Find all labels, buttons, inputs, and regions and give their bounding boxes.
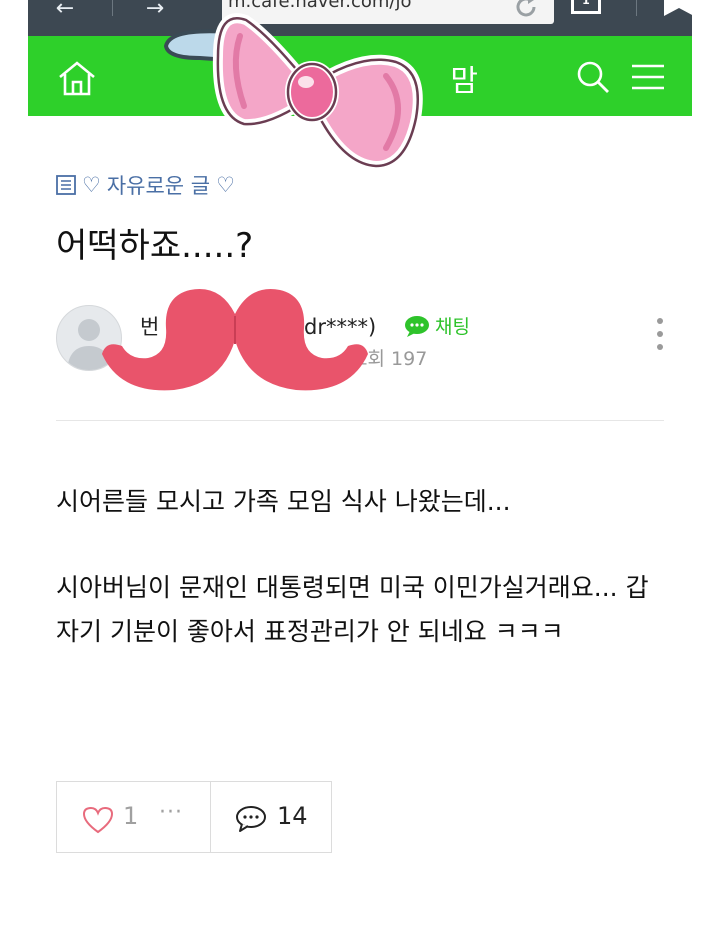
home-icon[interactable] — [56, 60, 98, 96]
heart-icon — [82, 806, 114, 834]
more-vertical-icon[interactable] — [652, 318, 668, 358]
bookmark-icon[interactable] — [660, 0, 698, 18]
board-name: 자유로운 글 — [106, 174, 211, 198]
board-heart-right: ♡ — [216, 173, 235, 197]
board-list-icon — [56, 175, 76, 195]
reload-icon[interactable] — [512, 0, 540, 20]
pink-bow-sticker — [163, 13, 423, 172]
like-button[interactable]: 1 ··· — [57, 782, 211, 852]
tabs-icon[interactable]: 1 — [571, 0, 601, 14]
like-more-button[interactable]: ··· — [159, 800, 183, 825]
chat-label: 채팅 — [435, 316, 470, 338]
comment-count: 14 — [277, 802, 308, 830]
like-count: 1 — [123, 802, 139, 830]
menu-icon[interactable] — [632, 64, 664, 90]
body-paragraph: 시어른들 모시고 가족 모임 식사 나왔는데... — [56, 487, 511, 516]
post-body: 시어른들 모시고 가족 모임 식사 나왔는데... 시아버님이 문재인 대통령되… — [56, 480, 666, 654]
tab-count: 1 — [582, 0, 590, 7]
search-icon[interactable] — [576, 60, 610, 94]
post-actions: 1 ··· 14 — [56, 781, 332, 853]
content-divider — [56, 420, 664, 421]
body-paragraph: 시아버님이 문재인 대통령되면 미국 이민가실거래요... 갑자기 기분이 좋아… — [56, 573, 649, 646]
red-mustache-sticker — [102, 289, 368, 391]
chat-bubble-icon — [405, 315, 429, 337]
comment-icon — [236, 806, 266, 832]
post-title: 어떡하죠.....? — [56, 226, 254, 266]
toolbar-divider — [112, 0, 113, 16]
chat-button[interactable]: 채팅 — [404, 312, 470, 339]
toolbar-divider — [636, 0, 637, 16]
back-arrow-icon[interactable]: ← — [48, 0, 82, 22]
comment-button[interactable]: 14 — [211, 782, 331, 852]
board-breadcrumb[interactable]: ♡ 자유로운 글 ♡ — [56, 170, 235, 200]
board-heart-left: ♡ — [82, 173, 101, 197]
